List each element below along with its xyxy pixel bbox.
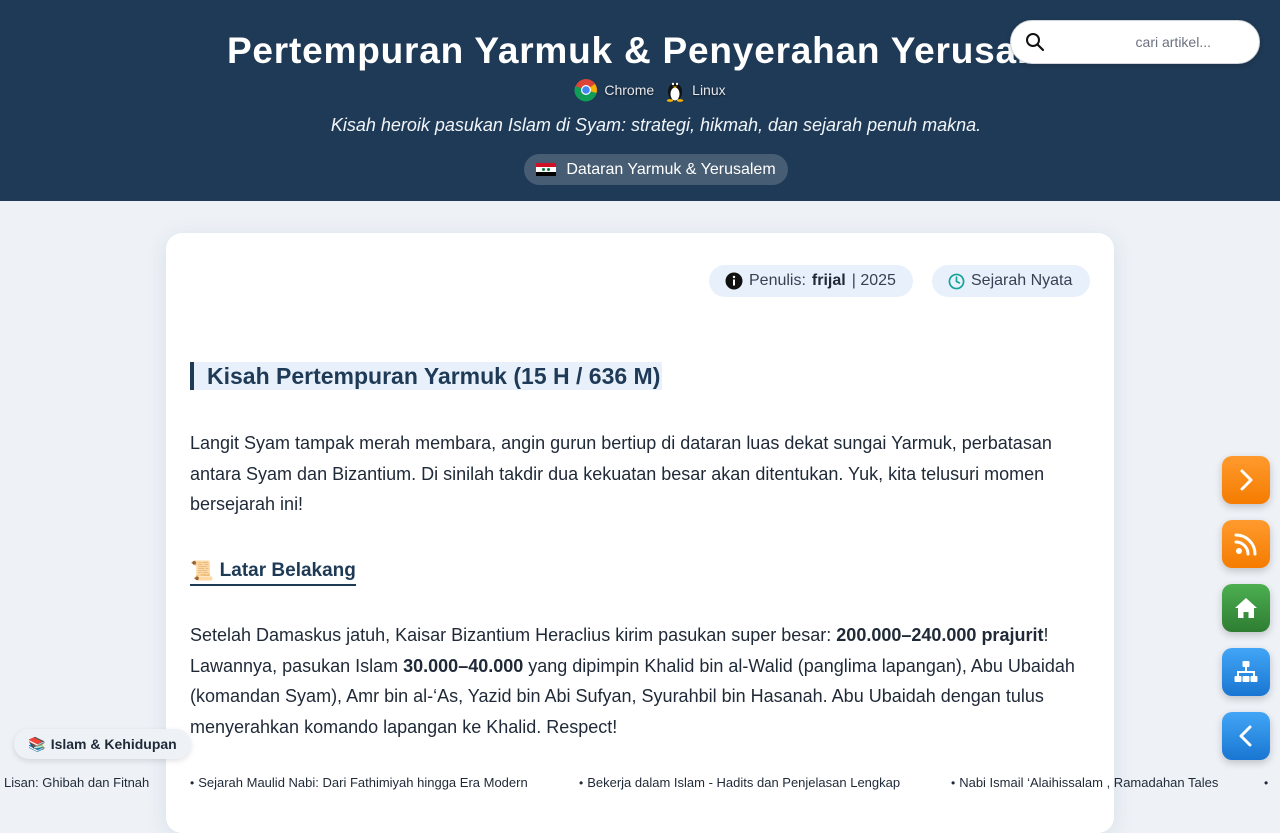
category-link-chip[interactable]: 📚 Islam & Kehidupan [14,729,191,759]
chevron-left-icon [1239,725,1252,747]
category-badge: Sejarah Nyata [932,265,1090,297]
intro-paragraph: Langit Syam tampak merah membara, angin … [190,433,1052,514]
author-badge: Penulis: frijal | 2025 [709,265,913,297]
books-icon: 📚 [28,735,46,752]
rss-button[interactable] [1222,520,1270,568]
background-paragraph: Setelah Damaskus jatuh, Kaisar Bizantium… [190,620,1080,742]
home-icon [1235,598,1257,618]
para-bold-soldiers: 200.000–240.000 prajurit [836,625,1044,645]
section-heading-label: Latar Belakang [219,560,356,581]
category-link-label: Islam & Kehidupan [50,736,177,752]
ticker-item-label: Sejarah Maulid Nabi: Dari Fathimiyah hin… [198,775,528,790]
tagline: Kisah heroik pasukan Islam di Syam: stra… [330,115,982,135]
article-heading: Kisah Pertempuran Yarmuk (15 H / 636 M) [190,362,663,390]
ticker-item[interactable]: • Sejarah Maulid Nabi: Dari Fathimiyah hi… [190,775,528,790]
ticker-item-label: Nabi Ismail ‘Alaihissalam , Ramadahan Ta… [959,775,1219,790]
chevron-right-icon [1240,469,1253,491]
rss-icon [1234,533,1257,556]
location-label: Dataran Yarmuk & Yerusalem [566,160,776,178]
next-article-button[interactable] [1222,456,1270,504]
env-chrome-label: Chrome [604,82,655,98]
bullet-icon: • [579,776,584,790]
search-icon [1026,33,1045,52]
search-input[interactable] [1055,21,1251,63]
ticker-item[interactable]: • Nabi Ismail ‘Alaihissalam , Ramadahan T… [951,775,1218,790]
env-linux: Linux [664,78,726,102]
ticker-item-label: Bekerja dalam Islam - Hadits dan Penjela… [587,775,901,790]
category-label: Sejarah Nyata [971,272,1073,289]
para-bold-muslim-army: 30.000–40.000 [403,655,524,676]
info-icon [725,272,743,290]
bullet-icon: • [1264,776,1269,790]
env-linux-label: Linux [692,82,726,98]
ticker-item[interactable]: Lisan: Ghibah dan Fitnah [4,775,149,790]
bullet-icon: • [951,776,956,790]
article-card: Penulis: frijal | 2025 Sejarah Nyata Kis… [166,233,1114,833]
chrome-icon [574,79,598,102]
ticker-item[interactable]: • [1264,775,1272,790]
location-chip: Dataran Yarmuk & Yerusalem [524,154,788,185]
related-articles-ticker: Lisan: Ghibah dan Fitnah • Sejarah Maulid… [0,771,1280,800]
sitemap-button[interactable] [1222,648,1270,696]
previous-article-button[interactable] [1222,712,1270,760]
env-chrome: Chrome [574,78,654,102]
publish-year: | 2025 [851,272,896,289]
section-heading: 📜 Latar Belakang [190,559,356,586]
author-label: Penulis: [749,272,806,289]
scroll-icon: 📜 [190,561,214,582]
home-button[interactable] [1222,584,1270,632]
sitemap-icon [1234,661,1258,682]
linux-icon [666,82,684,102]
ticker-item-label: Lisan: Ghibah dan Fitnah [4,775,150,790]
bullet-icon: • [190,776,195,790]
clock-icon [948,273,965,289]
author-name: frijal [811,272,846,289]
para-text: Setelah Damaskus jatuh, Kaisar Bizantium… [190,625,837,645]
environment-row: Chrome Linux [0,78,1280,102]
syria-flag-icon [536,163,557,176]
ticker-item[interactable]: • Bekerja dalam Islam - Hadits dan Penjel… [579,775,900,790]
search-box[interactable] [1010,20,1260,64]
